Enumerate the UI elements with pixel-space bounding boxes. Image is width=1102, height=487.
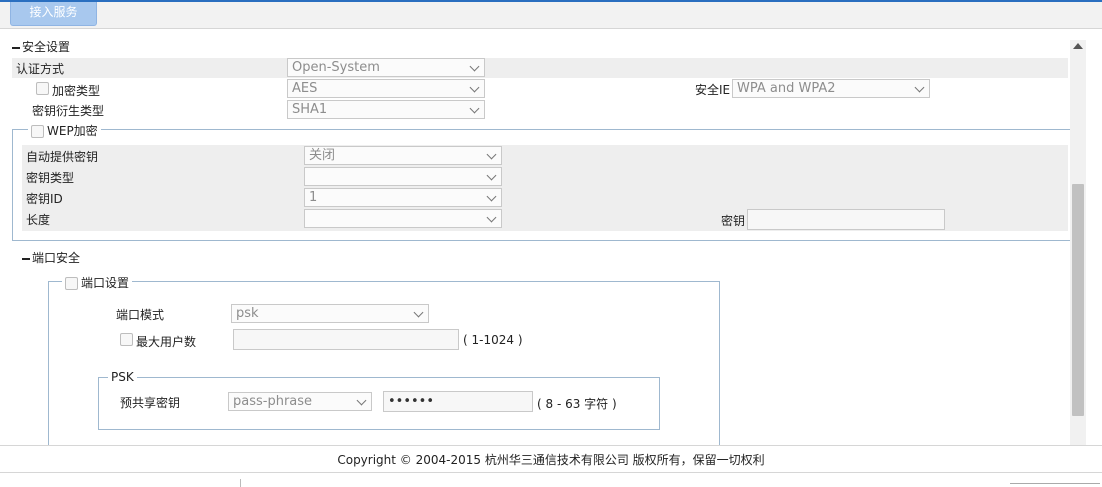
chevron-down-icon — [469, 82, 480, 93]
chevron-down-icon — [356, 395, 367, 406]
chevron-down-icon — [469, 103, 480, 114]
security-settings-title-text: 安全设置 — [22, 40, 71, 54]
collapse-icon — [12, 46, 20, 49]
key-input[interactable] — [747, 209, 945, 230]
preshared-key-type-select[interactable]: pass-phrase — [228, 392, 372, 411]
port-settings-legend-text: 端口设置 — [81, 276, 130, 290]
key-id-select[interactable]: 1 — [304, 188, 502, 207]
chevron-down-icon — [486, 191, 497, 202]
vertical-scrollbar[interactable] — [1070, 40, 1086, 445]
preshared-key-label: 预共享密钥 — [120, 396, 181, 410]
wep-legend-text: WEP加密 — [47, 124, 98, 138]
encrypt-type-value: AES — [292, 81, 318, 96]
chevron-down-icon — [914, 82, 925, 93]
port-settings-legend: 端口设置 — [62, 274, 133, 291]
security-settings-title[interactable]: 安全设置 — [12, 38, 70, 55]
auto-key-select[interactable]: 关闭 — [304, 146, 502, 165]
chevron-down-icon — [486, 149, 497, 160]
key-id-label: 密钥ID — [26, 192, 63, 206]
copyright-text: Copyright © 2004-2015 杭州华三通信技术有限公司 版权所有，… — [337, 453, 765, 467]
tab-access-service[interactable]: 接入服务 — [10, 2, 97, 26]
port-mode-value: psk — [236, 306, 259, 321]
port-security-title-text: 端口安全 — [32, 251, 81, 265]
max-users-input[interactable] — [233, 329, 459, 350]
bottom-bar — [0, 472, 1102, 487]
max-users-checkbox[interactable] — [120, 333, 133, 346]
key-type-select[interactable] — [304, 167, 502, 186]
security-ie-select[interactable]: WPA and WPA2 — [732, 79, 930, 98]
chevron-down-icon — [486, 170, 497, 181]
scroll-up-arrow-icon[interactable] — [1073, 43, 1083, 49]
key-derivation-select[interactable]: SHA1 — [287, 100, 485, 119]
content-area: 安全设置 认证方式 Open-System 加密类型 AES 安全IE WPA … — [0, 30, 1102, 445]
key-derivation-label: 密钥衍生类型 — [32, 104, 105, 118]
port-security-title[interactable]: 端口安全 — [22, 249, 80, 266]
security-ie-label: 安全IE — [695, 83, 731, 97]
row-shade — [12, 58, 1068, 78]
collapse-icon — [22, 257, 30, 260]
wep-legend: WEP加密 — [28, 122, 101, 139]
chevron-down-icon — [486, 212, 497, 223]
psk-legend: PSK — [108, 370, 137, 384]
key-type-label: 密钥类型 — [26, 171, 75, 185]
port-mode-label: 端口模式 — [116, 308, 165, 322]
preshared-key-type-value: pass-phrase — [233, 394, 313, 409]
divider — [1010, 483, 1100, 484]
port-mode-select[interactable]: psk — [231, 304, 429, 323]
chevron-down-icon — [469, 61, 480, 72]
encrypt-type-select[interactable]: AES — [287, 79, 485, 98]
max-users-range: ( 1-1024 ) — [463, 333, 523, 347]
preshared-key-range: ( 8 - 63 字符 ) — [537, 397, 617, 411]
tab-bar: 接入服务 — [0, 2, 1102, 29]
key-derivation-value: SHA1 — [292, 102, 328, 117]
scrollbar-thumb[interactable] — [1072, 184, 1084, 416]
auth-mode-value: Open-System — [292, 60, 380, 75]
length-select[interactable] — [304, 209, 502, 228]
auth-mode-label: 认证方式 — [16, 62, 65, 76]
port-settings-checkbox[interactable] — [65, 277, 78, 290]
length-label: 长度 — [26, 213, 51, 227]
security-ie-value: WPA and WPA2 — [737, 81, 836, 96]
auth-mode-select[interactable]: Open-System — [287, 58, 485, 77]
key-label: 密钥 — [721, 214, 746, 228]
key-id-value: 1 — [309, 190, 318, 205]
auto-key-label: 自动提供密钥 — [26, 150, 99, 164]
footer: Copyright © 2004-2015 杭州华三通信技术有限公司 版权所有，… — [0, 445, 1102, 472]
auto-key-value: 关闭 — [309, 148, 336, 163]
wep-checkbox[interactable] — [31, 125, 44, 138]
encrypt-type-checkbox[interactable] — [36, 82, 49, 95]
preshared-key-input[interactable]: •••••• — [383, 391, 533, 412]
max-users-label: 最大用户数 — [136, 335, 197, 349]
chevron-down-icon — [413, 307, 424, 318]
encrypt-type-label: 加密类型 — [52, 84, 101, 98]
